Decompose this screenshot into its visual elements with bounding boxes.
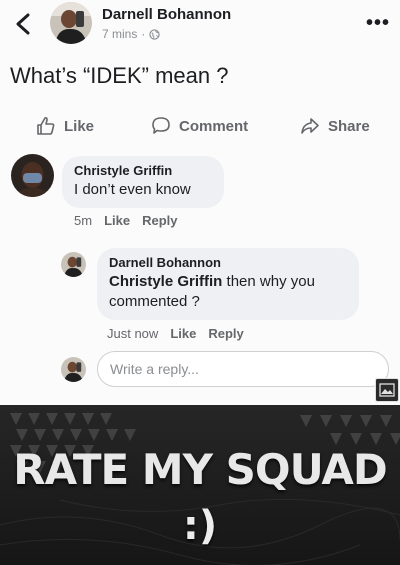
banner-title: RATE MY SQUAD	[13, 445, 388, 494]
comment-bubble: Christyle Griffin I don’t even know	[62, 156, 224, 208]
comment-author[interactable]: Christyle Griffin	[74, 162, 212, 180]
banner-smiley: :)	[182, 503, 218, 549]
comment-label: Comment	[179, 117, 249, 135]
post-text: What’s “IDEK” mean ?	[10, 63, 229, 88]
meta-separator: ·	[141, 27, 146, 41]
chevron-left-icon[interactable]	[14, 13, 34, 35]
comment-reply-link[interactable]: Reply	[142, 213, 177, 228]
reply-bubble: Darnell Bohannon Christyle Griffin then …	[97, 248, 359, 320]
post-author-name[interactable]: Darnell Bohannon	[102, 6, 231, 23]
meme-banner: RATE MY SQUAD :)	[0, 405, 400, 565]
comment-like-link[interactable]: Like	[104, 213, 130, 228]
like-button[interactable]: Like	[36, 112, 94, 140]
comment-text: I don’t even know	[74, 181, 191, 198]
reply-author[interactable]: Darnell Bohannon	[109, 254, 347, 272]
reply-input[interactable]	[97, 351, 389, 387]
comment-button[interactable]: Comment	[151, 112, 248, 140]
reply-meta: Just now Like Reply	[107, 326, 244, 341]
share-label: Share	[328, 117, 370, 135]
image-icon	[375, 378, 399, 402]
globe-icon	[149, 28, 161, 40]
share-button[interactable]: Share	[300, 112, 370, 140]
post-time[interactable]: 7 mins	[102, 27, 137, 41]
reply-time: Just now	[107, 326, 159, 341]
more-horizontal-icon[interactable]: •••	[366, 12, 390, 35]
share-arrow-icon	[301, 118, 319, 134]
facebook-post: Darnell Bohannon 7 mins · ••• What’s “ID…	[0, 0, 400, 405]
like-label: Like	[64, 117, 95, 135]
current-user-avatar	[61, 357, 86, 382]
post-actions: Like Comment Share	[0, 112, 400, 140]
author-avatar[interactable]	[50, 2, 92, 44]
comment-meta: 5m Like Reply	[74, 213, 177, 228]
reply-mention[interactable]: Christyle Griffin	[109, 273, 222, 290]
commenter-avatar[interactable]	[11, 154, 54, 197]
comment-time: 5m	[74, 213, 93, 228]
reply-author-avatar[interactable]	[61, 252, 86, 277]
thumbs-up-icon	[37, 116, 55, 135]
reply-text: Christyle Griffin then why you commented…	[109, 272, 347, 312]
reply-reply-link[interactable]: Reply	[208, 326, 243, 341]
comment-bubble-icon	[152, 117, 170, 134]
post-meta: 7 mins ·	[102, 27, 161, 41]
reply-like-link[interactable]: Like	[170, 326, 196, 341]
